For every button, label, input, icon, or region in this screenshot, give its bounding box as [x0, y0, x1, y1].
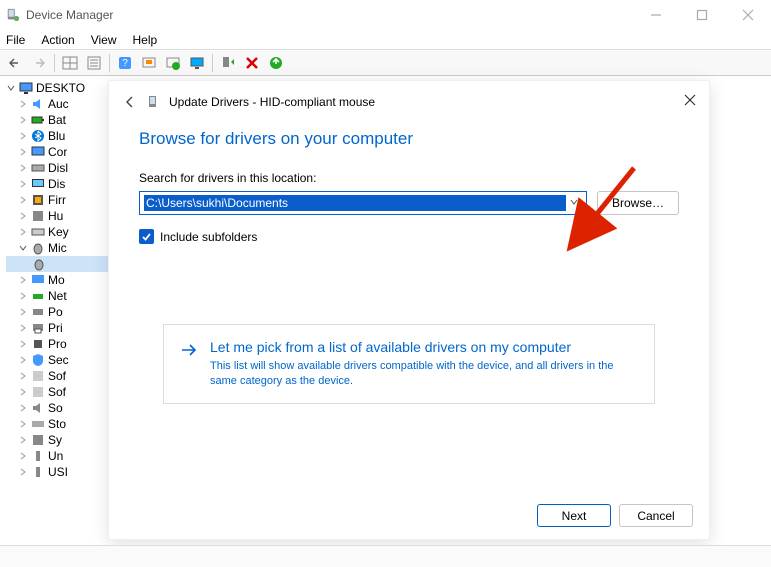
chevron-down-icon — [6, 83, 16, 93]
dialog-body: Search for drivers in this location: Bro… — [109, 149, 709, 404]
window-title: Device Manager — [26, 8, 113, 22]
bluetooth-icon — [31, 129, 45, 143]
chevron-down-icon — [18, 243, 28, 253]
chevron-right-icon — [18, 419, 28, 429]
dialog-title: Update Drivers - HID-compliant mouse — [169, 95, 375, 109]
dialog-heading: Browse for drivers on your computer — [109, 111, 709, 149]
chevron-right-icon — [18, 179, 28, 189]
chevron-right-icon — [18, 195, 28, 205]
forward-button[interactable] — [28, 52, 50, 74]
system-icon — [31, 433, 45, 447]
show-hidden-button[interactable] — [59, 52, 81, 74]
option-title: Let me pick from a list of available dri… — [210, 339, 636, 355]
maximize-button[interactable] — [679, 0, 725, 30]
option-description: This list will show available drivers co… — [210, 359, 636, 389]
scan-button[interactable] — [138, 52, 160, 74]
properties-button[interactable] — [83, 52, 105, 74]
audio-icon — [31, 97, 45, 111]
chevron-right-icon — [18, 339, 28, 349]
port-icon — [31, 305, 45, 319]
chevron-right-icon — [18, 227, 28, 237]
software-icon — [31, 369, 45, 383]
chevron-right-icon — [18, 403, 28, 413]
chevron-down-icon[interactable] — [566, 196, 582, 210]
uninstall-button[interactable] — [241, 52, 263, 74]
checkbox-checked-icon — [139, 229, 154, 244]
minimize-button[interactable] — [633, 0, 679, 30]
close-button[interactable] — [725, 0, 771, 30]
chevron-right-icon — [18, 323, 28, 333]
processor-icon — [31, 337, 45, 351]
usb-icon — [31, 465, 45, 479]
firmware-icon — [31, 193, 45, 207]
driver-path-combobox[interactable] — [139, 191, 587, 215]
security-icon — [31, 353, 45, 367]
mouse-icon — [31, 241, 45, 255]
cancel-button[interactable]: Cancel — [619, 504, 693, 527]
chevron-right-icon — [18, 355, 28, 365]
chevron-right-icon — [18, 115, 28, 125]
toolbar: ? — [0, 50, 771, 76]
chevron-right-icon — [18, 131, 28, 141]
mouse-icon — [32, 257, 46, 271]
chevron-right-icon — [18, 211, 28, 221]
computer-icon — [19, 81, 33, 95]
driver-icon — [147, 95, 161, 109]
app-icon — [6, 8, 20, 22]
computer-icon — [31, 145, 45, 159]
include-subfolders-checkbox[interactable]: Include subfolders — [139, 229, 679, 244]
next-button[interactable]: Next — [537, 504, 611, 527]
chevron-right-icon — [18, 307, 28, 317]
driver-path-input[interactable] — [144, 195, 566, 211]
hid-icon — [31, 209, 45, 223]
software-icon — [31, 385, 45, 399]
sound-icon — [31, 401, 45, 415]
dialog-close-button[interactable] — [679, 89, 701, 111]
display-icon — [31, 177, 45, 191]
dialog-back-button[interactable] — [121, 93, 139, 111]
update-button[interactable] — [162, 52, 184, 74]
back-button[interactable] — [4, 52, 26, 74]
disk-icon — [31, 161, 45, 175]
keyboard-icon — [31, 225, 45, 239]
dialog-footer: Next Cancel — [537, 504, 693, 527]
status-bar — [0, 545, 771, 567]
chevron-right-icon — [18, 451, 28, 461]
chevron-right-icon — [18, 435, 28, 445]
chevron-right-icon — [18, 147, 28, 157]
battery-icon — [31, 113, 45, 127]
menu-action[interactable]: Action — [41, 33, 74, 47]
printer-icon — [31, 321, 45, 335]
update-drivers-dialog: Update Drivers - HID-compliant mouse Bro… — [108, 80, 710, 540]
usb-icon — [31, 449, 45, 463]
device-scan-button[interactable] — [217, 52, 239, 74]
help-button[interactable]: ? — [114, 52, 136, 74]
svg-text:?: ? — [122, 58, 128, 69]
chevron-right-icon — [18, 291, 28, 301]
browse-button[interactable]: Browse… — [597, 191, 679, 215]
window-titlebar: Device Manager — [0, 0, 771, 30]
chevron-right-icon — [18, 163, 28, 173]
menu-file[interactable]: File — [6, 33, 25, 47]
menu-help[interactable]: Help — [133, 33, 158, 47]
chevron-right-icon — [18, 467, 28, 477]
menu-view[interactable]: View — [91, 33, 117, 47]
chevron-right-icon — [18, 99, 28, 109]
storage-icon — [31, 417, 45, 431]
enable-button[interactable] — [265, 52, 287, 74]
dialog-header: Update Drivers - HID-compliant mouse — [109, 81, 709, 111]
monitor-button[interactable] — [186, 52, 208, 74]
arrow-right-icon — [178, 339, 200, 389]
checkbox-label: Include subfolders — [160, 230, 257, 244]
chevron-right-icon — [18, 387, 28, 397]
network-icon — [31, 289, 45, 303]
chevron-right-icon — [18, 371, 28, 381]
pick-from-list-option[interactable]: Let me pick from a list of available dri… — [163, 324, 655, 404]
monitor-icon — [31, 273, 45, 287]
chevron-right-icon — [18, 275, 28, 285]
menubar: File Action View Help — [0, 30, 771, 50]
search-label: Search for drivers in this location: — [139, 171, 679, 185]
